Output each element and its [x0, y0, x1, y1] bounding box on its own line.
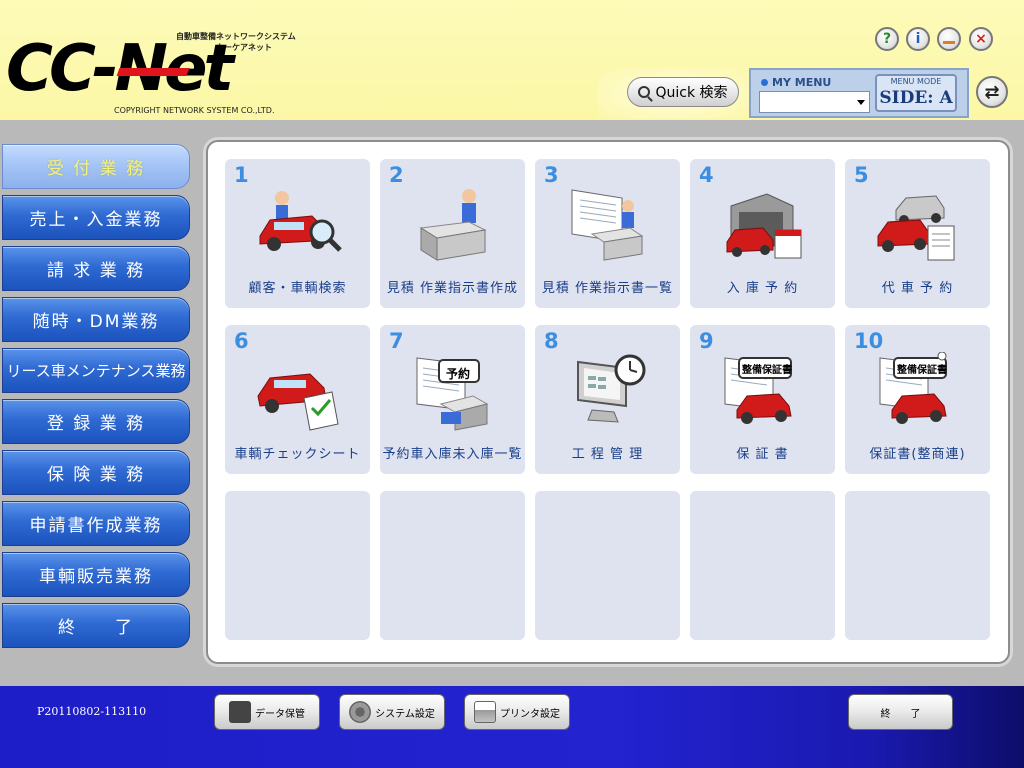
- chevron-down-icon: [857, 100, 865, 105]
- menu-panel: 1 顧客・車輌検索 2 見積 作業指示書作成 3 見積 作業指示書一覧 4 入 …: [206, 140, 1010, 664]
- garage-calendar-icon: [726, 193, 802, 259]
- minimize-bar: [943, 40, 955, 44]
- printer-settings-button[interactable]: プリンタ設定: [464, 694, 570, 730]
- my-menu-title: MY MENU: [761, 76, 831, 89]
- minimize-icon[interactable]: [937, 27, 961, 51]
- copyright-text: COPYRIGHT NETWORK SYSTEM CO.,LTD.: [114, 106, 275, 115]
- magnifier-icon: [638, 86, 651, 98]
- sidebar: 受 付 業 務 売上・入金業務 請 求 業 務 随時・DM業務 リース車メンテナ…: [0, 140, 195, 650]
- cc-net-logo: 自動車整備ネットワークシステム カーケアネット CC-Net COPYRIGHT…: [6, 26, 296, 120]
- sidebar-item-dm[interactable]: 随時・DM業務: [2, 297, 190, 342]
- data-backup-label: データ保管: [255, 708, 305, 720]
- tile-number: 4: [699, 163, 714, 187]
- menu-mode-box: MENU MODE SIDE: A: [875, 74, 957, 112]
- menu-mode-label: MENU MODE: [890, 77, 942, 86]
- warranty-badge: 整備保証書: [742, 365, 792, 376]
- my-menu-dropdown[interactable]: [759, 91, 870, 113]
- document-list-icon: [571, 189, 644, 261]
- tile-empty: [380, 491, 525, 640]
- tile-label: 代 車 予 約: [881, 281, 954, 296]
- tile-label: 車輌チェックシート: [234, 447, 361, 462]
- desk-person-icon: [419, 189, 487, 261]
- tile-process-management[interactable]: 8 工 程 管 理: [535, 325, 680, 474]
- quick-search-label: Quick 検索: [655, 85, 728, 101]
- tile-label: 保証書(整商連): [869, 447, 966, 462]
- sidebar-item-insurance[interactable]: 保 険 業 務: [2, 450, 190, 495]
- sidebar-item-billing[interactable]: 請 求 業 務: [2, 246, 190, 291]
- system-settings-label: システム設定: [375, 708, 435, 720]
- sidebar-item-lease-maintenance[interactable]: リース車メンテナンス業務: [2, 348, 190, 393]
- sidebar-item-registration[interactable]: 登 録 業 務: [2, 399, 190, 444]
- tile-label: 見積 作業指示書作成: [386, 281, 519, 296]
- tile-empty: [535, 491, 680, 640]
- tile-label: 入 庫 予 約: [726, 281, 799, 296]
- quick-search-button[interactable]: Quick 検索: [627, 77, 739, 107]
- printer-settings-label: プリンタ設定: [500, 708, 560, 720]
- logo-red-bar: [116, 68, 190, 76]
- tile-empty: [225, 491, 370, 640]
- cars-document-icon: [877, 195, 955, 261]
- tile-number: 1: [234, 163, 249, 187]
- warranty-badge: 整備保証書: [897, 365, 947, 376]
- menu-mode-value: SIDE: A: [879, 88, 953, 108]
- switch-mode-icon[interactable]: ⇄: [976, 76, 1008, 108]
- tile-label: 見積 作業指示書一覧: [541, 281, 674, 296]
- gear-icon: [349, 701, 372, 723]
- tile-estimate-create[interactable]: 2 見積 作業指示書作成: [380, 159, 525, 308]
- tile-warranty-seishoren[interactable]: 10 整備保証書 保証書(整商連): [845, 325, 990, 474]
- exit-button[interactable]: 終 了: [848, 694, 953, 730]
- tile-garage-reservation[interactable]: 4 入 庫 予 約: [690, 159, 835, 308]
- tile-label: 保 証 書: [736, 447, 789, 462]
- close-icon[interactable]: ×: [969, 27, 993, 51]
- printer-icon: [474, 701, 496, 723]
- sidebar-item-sales-payment[interactable]: 売上・入金業務: [2, 195, 190, 240]
- footer-bar: P20110802-113110 データ保管 システム設定 プリンタ設定 終 了: [0, 686, 1024, 768]
- data-backup-button[interactable]: データ保管: [214, 694, 320, 730]
- car-checklist-icon: [257, 373, 339, 431]
- tile-number: 3: [544, 163, 559, 187]
- tile-estimate-list[interactable]: 3 見積 作業指示書一覧: [535, 159, 680, 308]
- header-bar: 自動車整備ネットワークシステム カーケアネット CC-Net COPYRIGHT…: [0, 0, 1024, 120]
- my-menu-panel: MY MENU MENU MODE SIDE: A: [749, 68, 969, 118]
- sidebar-item-reception[interactable]: 受 付 業 務: [2, 144, 190, 189]
- floppy-disk-icon: [229, 701, 251, 723]
- system-settings-button[interactable]: システム設定: [339, 694, 445, 730]
- reservation-badge: 予約: [446, 367, 471, 381]
- sidebar-item-vehicle-sales[interactable]: 車輌販売業務: [2, 552, 190, 597]
- tile-reservation-status-list[interactable]: 7 予約 予約車入庫未入庫一覧: [380, 325, 525, 474]
- tile-number: 7: [389, 329, 404, 353]
- tile-number: 9: [699, 329, 714, 353]
- my-menu-label: MY MENU: [772, 76, 832, 89]
- version-text: P20110802-113110: [37, 705, 147, 718]
- tile-vehicle-checksheet[interactable]: 6 車輌チェックシート: [225, 325, 370, 474]
- tile-number: 6: [234, 329, 249, 353]
- help-icon[interactable]: ?: [875, 27, 899, 51]
- reservation-icon: [416, 357, 489, 431]
- tile-number: 8: [544, 329, 559, 353]
- tile-label: 工 程 管 理: [571, 447, 644, 462]
- car-search-icon: [259, 191, 342, 252]
- sidebar-item-exit[interactable]: 終 了: [2, 603, 190, 648]
- info-icon[interactable]: i: [906, 27, 930, 51]
- tile-customer-search[interactable]: 1 顧客・車輌検索: [225, 159, 370, 308]
- tile-empty: [845, 491, 990, 640]
- dot-icon: [761, 79, 768, 86]
- tile-warranty[interactable]: 9 整備保証書 保 証 書: [690, 325, 835, 474]
- sidebar-item-application[interactable]: 申請書作成業務: [2, 501, 190, 546]
- tile-number: 10: [854, 329, 884, 353]
- tile-number: 5: [854, 163, 869, 187]
- tile-loaner-reservation[interactable]: 5 代 車 予 約: [845, 159, 990, 308]
- tile-label: 顧客・車輌検索: [248, 281, 347, 296]
- tile-empty: [690, 491, 835, 640]
- monitor-clock-icon: [577, 354, 646, 423]
- tile-label: 予約車入庫未入庫一覧: [382, 447, 523, 462]
- tile-number: 2: [389, 163, 404, 187]
